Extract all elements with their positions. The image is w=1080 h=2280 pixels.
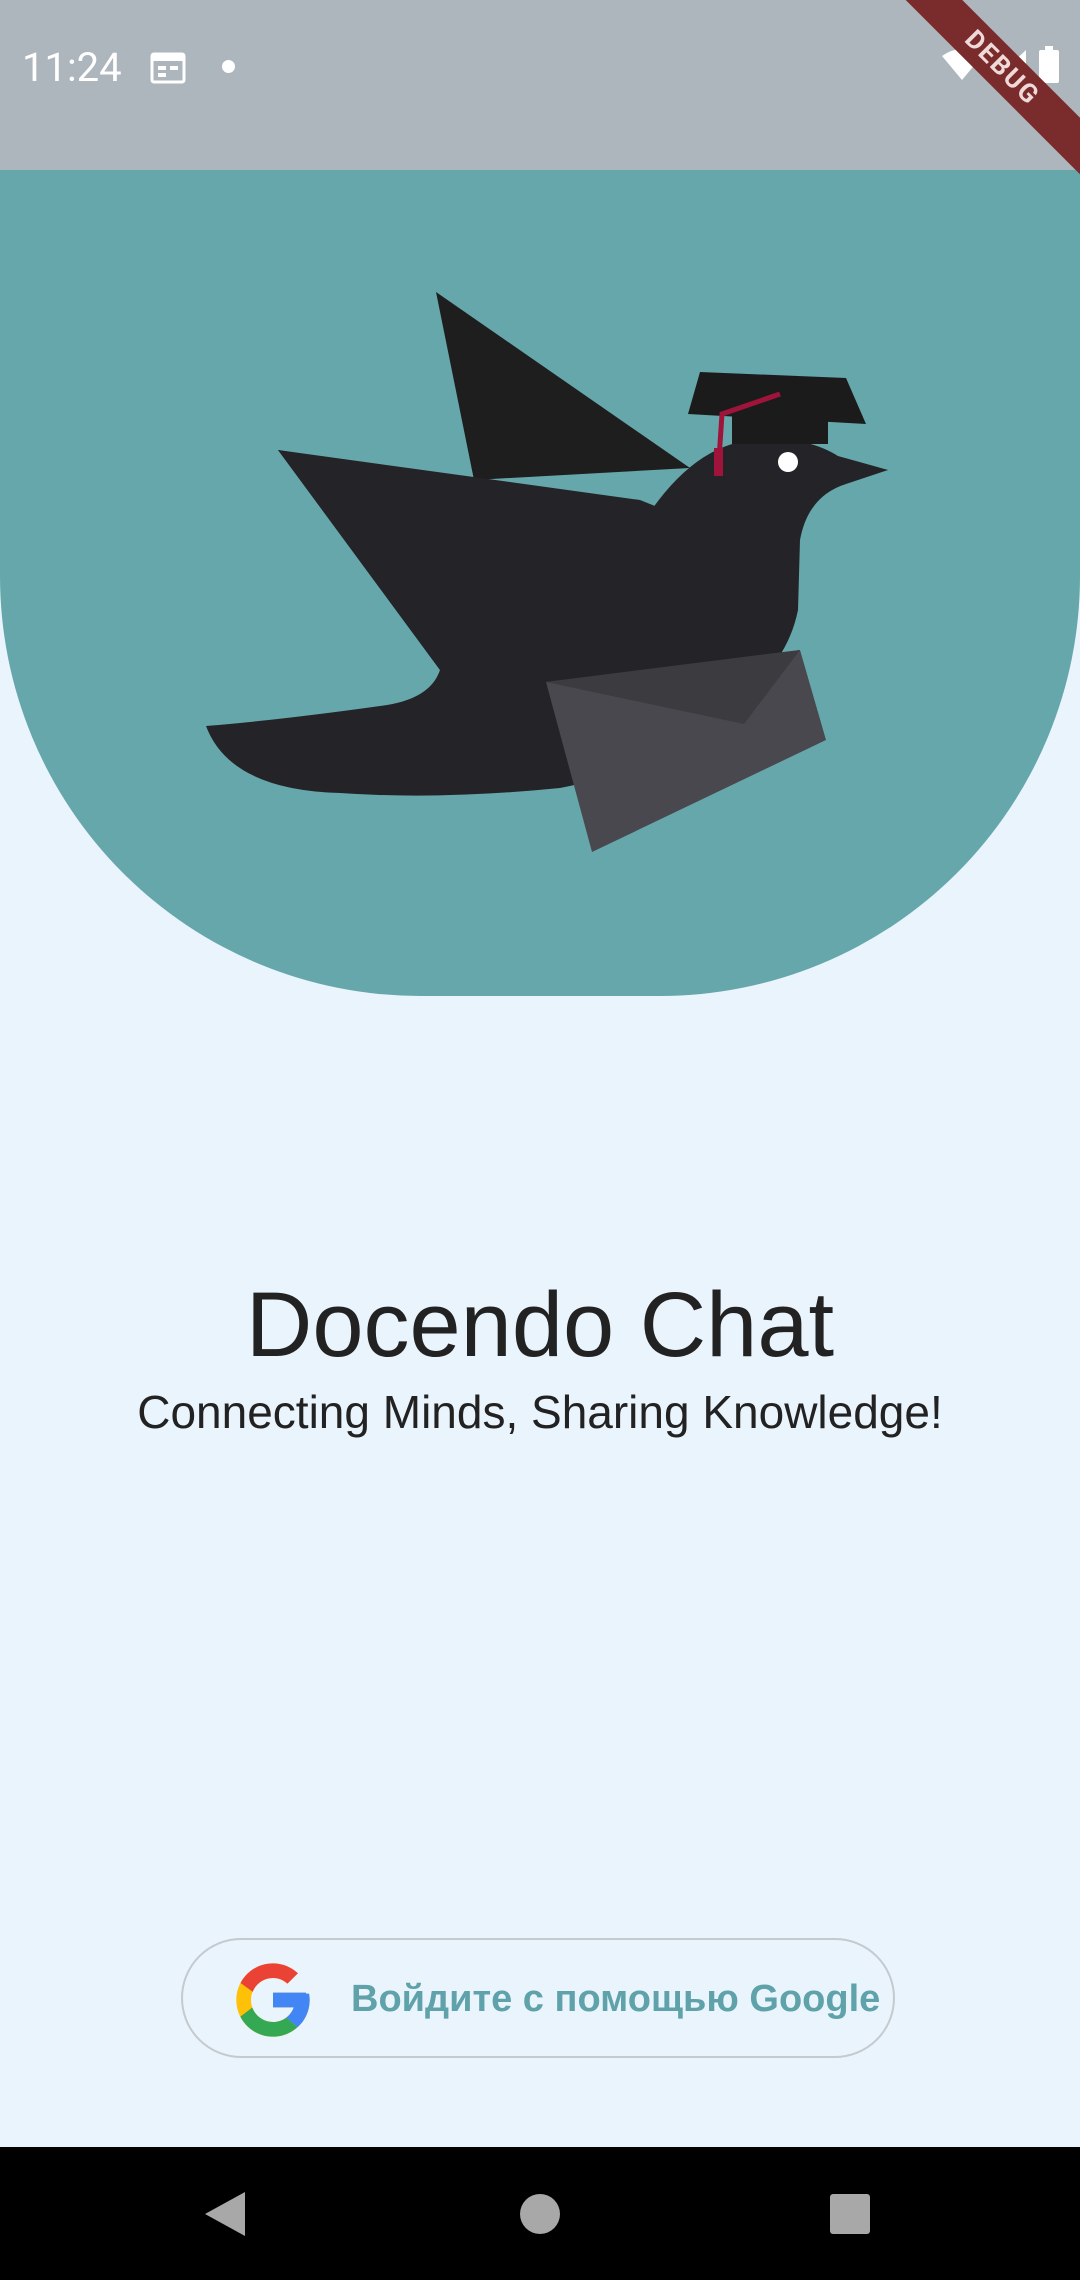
status-bar: 11:24 xyxy=(0,0,1080,170)
status-time: 11:24 xyxy=(22,44,122,91)
navigation-bar xyxy=(0,2147,1080,2280)
crow-logo-icon xyxy=(206,292,888,852)
notification-dot-icon xyxy=(222,60,235,73)
back-button[interactable] xyxy=(195,2147,255,2280)
hero-banner xyxy=(0,170,1080,996)
calendar-icon xyxy=(150,52,186,84)
recents-icon xyxy=(830,2193,870,2234)
app-tagline: Connecting Minds, Sharing Knowledge! xyxy=(137,1386,943,1438)
back-icon xyxy=(205,2191,245,2236)
google-sign-in-button[interactable]: Войдите с помощью Google xyxy=(181,1938,895,2058)
recents-button[interactable] xyxy=(820,2147,880,2280)
google-sign-in-label: Войдите с помощью Google xyxy=(351,1978,881,2020)
home-button[interactable] xyxy=(510,2147,570,2280)
app-title: Docendo Chat xyxy=(245,1274,835,1376)
home-icon xyxy=(520,2193,560,2234)
google-icon xyxy=(236,1963,310,2037)
